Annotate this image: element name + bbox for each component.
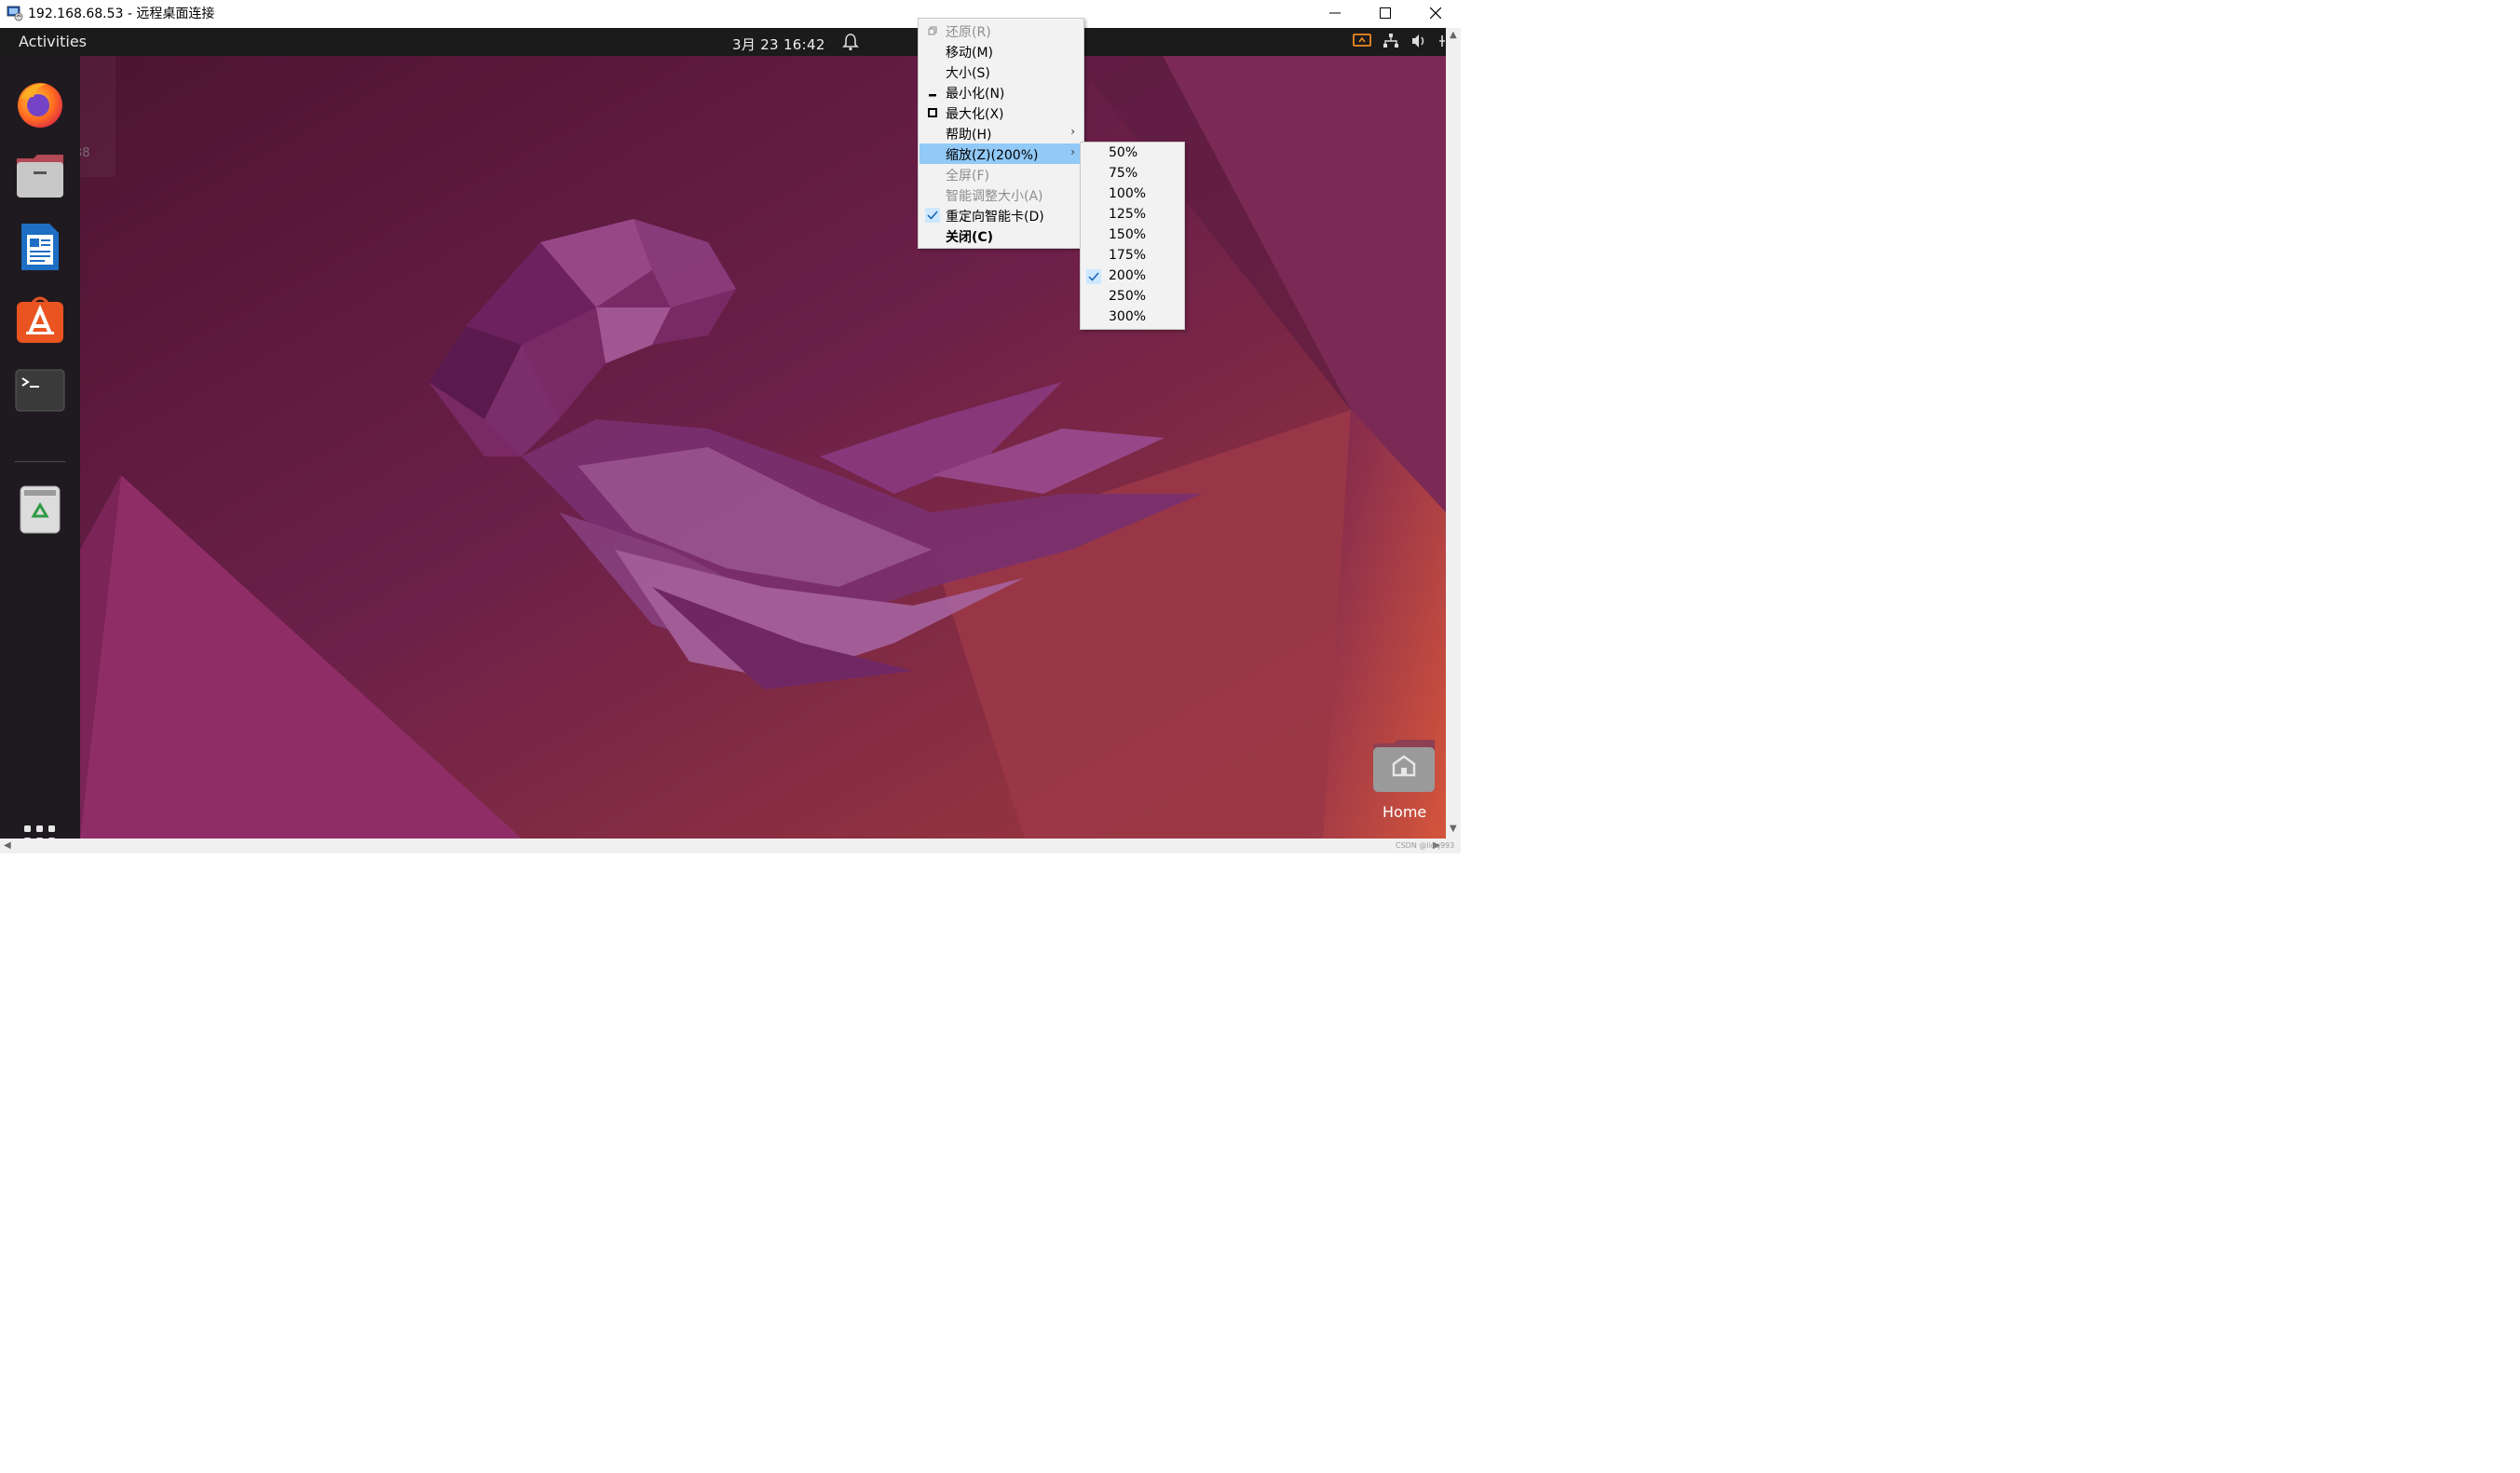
close-icon: [1430, 7, 1441, 19]
minimize-icon: [929, 94, 936, 97]
jellyfish-wallpaper: [0, 28, 1446, 839]
dock-files[interactable]: [13, 149, 67, 203]
scroll-left-icon[interactable]: ◀: [4, 840, 11, 851]
remote-desktop-view[interactable]: Activities 3月 23 16:42 38 Home: [0, 28, 1446, 839]
submenu-arrow-icon: ›: [1070, 125, 1075, 138]
dock-terminal[interactable]: [13, 363, 67, 417]
network-icon[interactable]: [1383, 33, 1399, 49]
screen-share-icon[interactable]: [1353, 33, 1371, 49]
zoom-option-50[interactable]: 50%: [1082, 143, 1183, 164]
zoom-option-300[interactable]: 300%: [1082, 307, 1183, 328]
menu-item-maximize[interactable]: 最大化(X): [919, 102, 1083, 123]
menu-item-zoom[interactable]: 缩放(Z)(200%) ›: [919, 143, 1083, 164]
minimize-icon: [1329, 12, 1341, 14]
menu-item-minimize[interactable]: 最小化(N): [919, 82, 1083, 102]
menu-item-smartcard[interactable]: 重定向智能卡(D): [919, 205, 1083, 225]
watermark: CSDN @lidq993: [1396, 841, 1455, 850]
firefox-icon: [18, 83, 62, 128]
dock-app-center[interactable]: [13, 293, 67, 347]
date-time[interactable]: 3月 23 16:42: [732, 34, 825, 54]
close-button[interactable]: [1410, 0, 1461, 26]
zoom-option-125[interactable]: 125%: [1082, 205, 1183, 225]
zoom-option-200[interactable]: 200%: [1082, 266, 1183, 287]
home-label[interactable]: Home: [1383, 803, 1426, 821]
menu-item-help[interactable]: 帮助(H) ›: [919, 123, 1083, 143]
show-apps-icon: [24, 825, 55, 839]
dock-firefox[interactable]: [13, 76, 67, 130]
gnome-top-bar: Activities 3月 23 16:42: [0, 28, 1446, 56]
zoom-option-250[interactable]: 250%: [1082, 287, 1183, 307]
maximize-icon: [928, 108, 937, 117]
trash-icon: [20, 485, 61, 534]
horizontal-scrollbar[interactable]: ◀ ▶: [0, 839, 1461, 853]
checkmark-icon: [1086, 269, 1101, 284]
volume-icon[interactable]: [1410, 33, 1427, 49]
scroll-up-icon[interactable]: ▲: [1450, 30, 1457, 40]
activities-button[interactable]: Activities: [19, 33, 87, 50]
home-folder-icon[interactable]: [1371, 738, 1437, 794]
remote-desktop-icon: [7, 6, 23, 21]
dock-writer[interactable]: [13, 220, 67, 274]
menu-item-close[interactable]: 关闭(C): [919, 225, 1083, 246]
dock-show-apps[interactable]: [13, 814, 67, 839]
terminal-icon: [15, 369, 65, 412]
scroll-down-icon[interactable]: ▼: [1450, 824, 1457, 834]
app-center-icon: [17, 296, 63, 343]
ubuntu-dock: [0, 56, 80, 839]
restore-icon: [928, 26, 937, 35]
zoom-option-175[interactable]: 175%: [1082, 246, 1183, 266]
dock-trash[interactable]: [13, 483, 67, 537]
power-icon[interactable]: [1438, 33, 1446, 49]
menu-item-fullscreen[interactable]: 全屏(F): [919, 164, 1083, 184]
menu-item-restore[interactable]: 还原(R): [919, 20, 1083, 41]
rdp-title-bar[interactable]: 192.168.68.53 - 远程桌面连接: [0, 0, 1461, 26]
minimize-button[interactable]: [1310, 0, 1360, 26]
vertical-scrollbar[interactable]: ▲ ▼: [1446, 28, 1461, 839]
zoom-option-150[interactable]: 150%: [1082, 225, 1183, 246]
zoom-option-75[interactable]: 75%: [1082, 164, 1183, 184]
system-menu: 还原(R) 移动(M) 大小(S) 最小化(N) 最大化(X) 帮助(H) › …: [918, 18, 1084, 249]
zoom-submenu: 50% 75% 100% 125% 150% 175% 200% 250% 30…: [1080, 142, 1185, 330]
bell-icon[interactable]: [842, 33, 859, 51]
menu-item-size[interactable]: 大小(S): [919, 61, 1083, 82]
window-title: 192.168.68.53 - 远程桌面连接: [28, 7, 215, 21]
submenu-arrow-icon: ›: [1070, 145, 1075, 158]
dock-separator: [15, 461, 65, 462]
checkmark-icon: [925, 208, 940, 223]
maximize-icon: [1380, 7, 1391, 19]
files-icon: [17, 155, 63, 198]
maximize-button[interactable]: [1360, 0, 1410, 26]
menu-item-move[interactable]: 移动(M): [919, 41, 1083, 61]
zoom-option-100[interactable]: 100%: [1082, 184, 1183, 205]
menu-item-smart-sizing[interactable]: 智能调整大小(A): [919, 184, 1083, 205]
writer-icon: [21, 224, 59, 270]
system-tray[interactable]: [1353, 33, 1446, 49]
